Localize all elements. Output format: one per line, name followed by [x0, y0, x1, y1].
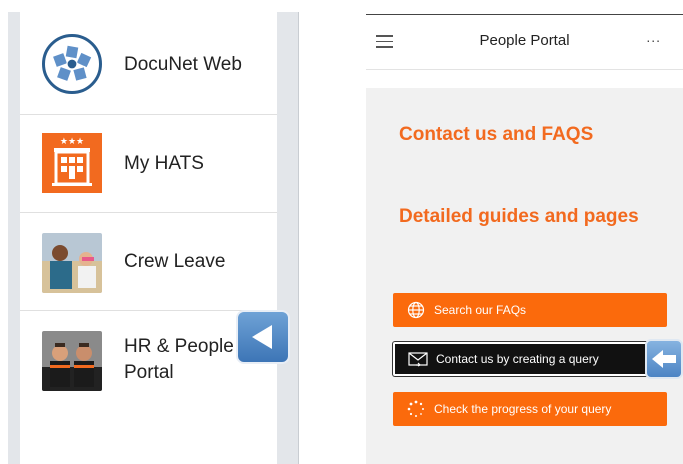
- portal-content: Contact us and FAQS Detailed guides and …: [366, 88, 683, 464]
- guides-pages-link[interactable]: Detailed guides and pages: [399, 206, 639, 228]
- pointer-arrow-icon: [645, 339, 683, 379]
- search-faqs-button[interactable]: Search our FAQs: [393, 293, 667, 327]
- check-progress-button[interactable]: Check the progress of your query: [393, 392, 667, 426]
- svg-text:★★★: ★★★: [60, 137, 84, 147]
- button-label: Contact us by creating a query: [436, 352, 599, 366]
- crew-leave-photo: [42, 233, 102, 293]
- hr-people-photo: [42, 331, 102, 391]
- app-row-my-hats[interactable]: ★★★ My HATS: [20, 114, 277, 212]
- loading-icon: [404, 400, 428, 418]
- create-query-button[interactable]: Contact us by creating a query: [393, 342, 667, 376]
- app-label: DocuNet Web: [124, 54, 242, 75]
- app-label: Crew Leave: [124, 251, 226, 272]
- divider: [298, 12, 299, 464]
- globe-icon: [404, 301, 428, 319]
- back-arrow-icon[interactable]: [236, 310, 290, 364]
- left-gutter: [8, 12, 20, 464]
- docunet-icon: [42, 34, 102, 94]
- app-list: DocuNet Web ★★★ My HATS Crew Leave HR & …: [20, 12, 277, 464]
- envelope-icon: [406, 351, 430, 367]
- app-row-crew-leave[interactable]: Crew Leave: [20, 212, 277, 310]
- more-options-icon[interactable]: ...: [646, 29, 661, 45]
- app-row-docunet[interactable]: DocuNet Web: [20, 16, 277, 114]
- portal-header: People Portal ...: [366, 15, 683, 70]
- hotel-icon: ★★★: [42, 133, 102, 193]
- contact-faqs-link[interactable]: Contact us and FAQS: [399, 124, 593, 146]
- button-label: Search our FAQs: [434, 303, 527, 317]
- app-label: My HATS: [124, 153, 204, 174]
- button-label: Check the progress of your query: [434, 402, 612, 416]
- scroll-rail[interactable]: [277, 12, 298, 464]
- page-title: People Portal: [479, 32, 570, 49]
- app-label: HR & People Portal: [124, 336, 234, 383]
